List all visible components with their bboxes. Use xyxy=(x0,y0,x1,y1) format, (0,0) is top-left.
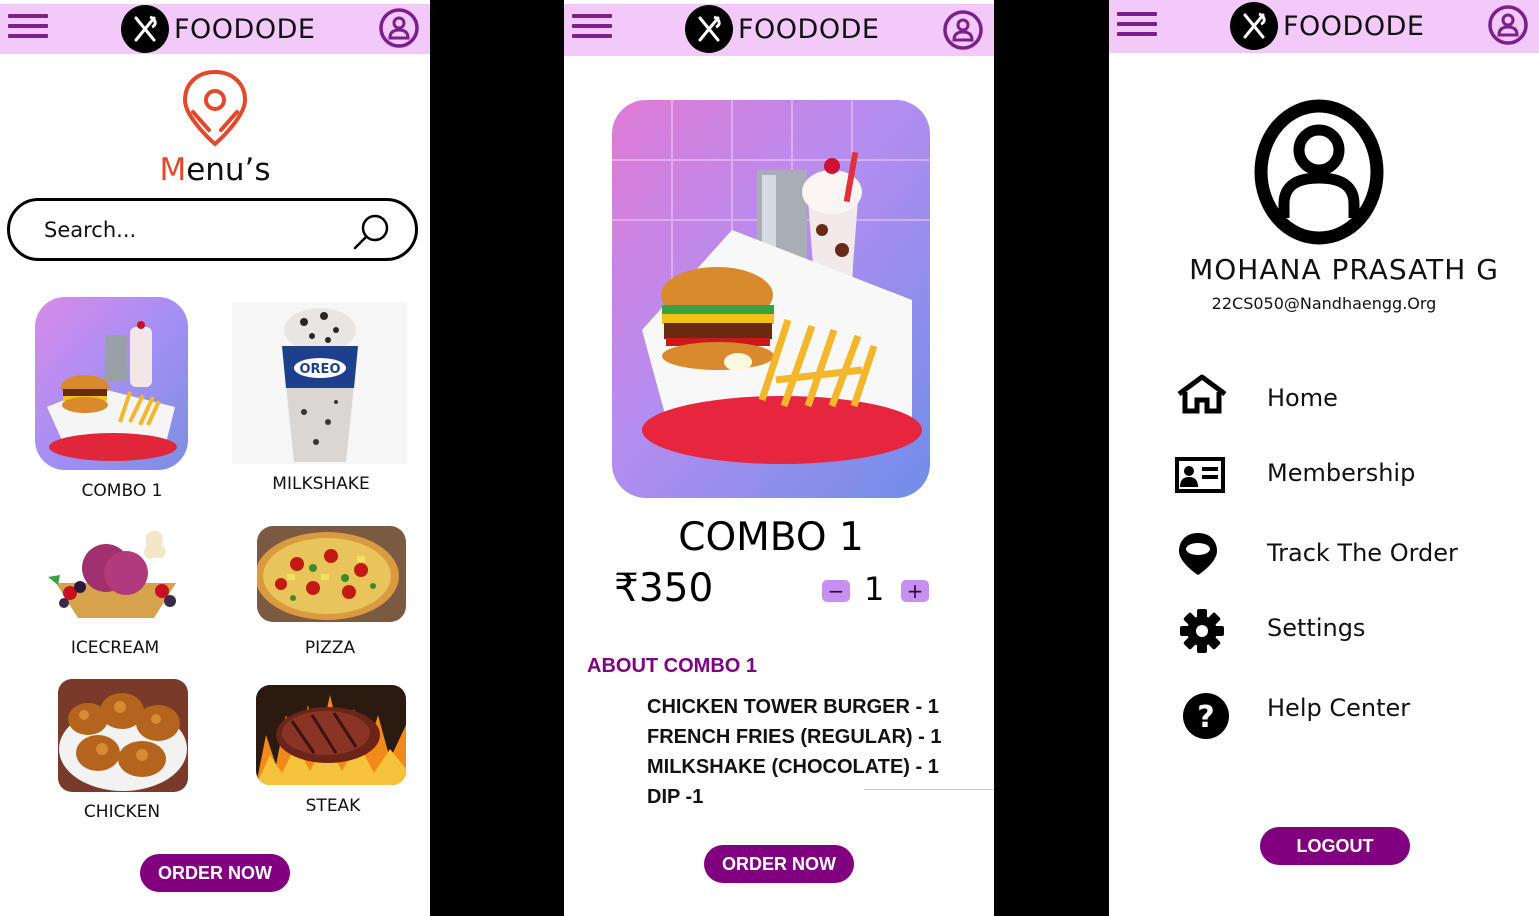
brand-name: FOODODE xyxy=(1283,10,1425,42)
list-item: MILKSHAKE (CHOCOLATE) - 1 xyxy=(647,756,939,778)
category-tile-milkshake[interactable]: OREO xyxy=(232,302,407,464)
category-tile-steak[interactable] xyxy=(256,685,406,785)
combo-image xyxy=(35,297,188,470)
nav-item-settings[interactable]: Settings xyxy=(1175,608,1515,656)
quantity-value: 1 xyxy=(864,570,885,608)
user-name: MOHANA PRASATH G xyxy=(1189,253,1499,286)
top-bar: FOODODE xyxy=(564,4,994,56)
hamburger-menu-icon[interactable] xyxy=(8,14,48,42)
category-label-icecream[interactable]: ICECREAM xyxy=(25,638,205,658)
nav-label-settings: Settings xyxy=(1267,614,1366,642)
brand-logo: FOODODE xyxy=(685,4,879,54)
nav-label-membership: Membership xyxy=(1267,459,1416,487)
hamburger-menu-icon[interactable] xyxy=(1117,12,1157,40)
nav-item-track-order[interactable]: Track The Order xyxy=(1175,531,1515,579)
brand-name: FOODODE xyxy=(174,13,316,45)
fork-knife-icon xyxy=(685,5,733,53)
search-input[interactable] xyxy=(44,215,344,245)
search-icon[interactable] xyxy=(351,212,391,252)
location-pin-icon xyxy=(1179,533,1217,575)
category-tile-pizza[interactable] xyxy=(257,526,406,622)
category-label-steak[interactable]: STEAK xyxy=(243,796,423,816)
search-bar xyxy=(7,198,418,261)
steak-image xyxy=(256,685,406,785)
nav-item-help-center[interactable]: ? Help Center xyxy=(1175,692,1515,740)
category-label-combo[interactable]: COMBO 1 xyxy=(32,481,212,501)
svg-text:?: ? xyxy=(1197,700,1214,735)
nav-label-track-order: Track The Order xyxy=(1267,539,1458,567)
about-heading: ABOUT COMBO 1 xyxy=(587,655,757,677)
category-tile-icecream[interactable] xyxy=(44,523,188,626)
pizza-image xyxy=(257,526,406,622)
gear-icon xyxy=(1180,609,1224,653)
category-label-milkshake[interactable]: MILKSHAKE xyxy=(231,474,411,494)
nav-label-home: Home xyxy=(1267,384,1338,412)
brand-logo: FOODODE xyxy=(1230,1,1424,51)
question-icon: ? xyxy=(1183,693,1229,739)
logout-button[interactable]: LOGOUT xyxy=(1260,827,1410,865)
top-bar: FOODODE xyxy=(0,4,430,54)
product-price: ₹350 xyxy=(614,566,714,611)
hamburger-menu-icon[interactable] xyxy=(572,14,612,42)
profile-screen: FOODODE MOHANA PRASATH G 22CS050@Nandhae… xyxy=(1109,0,1539,916)
menus-logo-text: Menu’s xyxy=(159,152,271,188)
nav-label-help-center: Help Center xyxy=(1267,694,1411,722)
list-item: DIP -1 xyxy=(647,786,704,808)
nav-item-membership[interactable]: Membership xyxy=(1175,457,1515,505)
product-title: COMBO 1 xyxy=(678,515,864,560)
user-avatar-icon xyxy=(1254,99,1384,245)
profile-icon[interactable] xyxy=(1487,4,1529,46)
fork-knife-icon xyxy=(1230,2,1278,50)
category-tile-chicken[interactable] xyxy=(58,679,188,792)
list-item: CHICKEN TOWER BURGER - 1 xyxy=(647,696,939,718)
order-now-button[interactable]: ORDER NOW xyxy=(704,845,854,883)
list-item: FRENCH FRIES (REGULAR) - 1 xyxy=(647,726,942,748)
divider xyxy=(864,789,994,790)
location-fork-icon xyxy=(182,69,248,147)
brand-name: FOODODE xyxy=(738,13,880,45)
milkshake-image: OREO xyxy=(232,302,407,464)
profile-icon[interactable] xyxy=(378,7,420,49)
combo-items-list: CHICKEN TOWER BURGER - 1 FRENCH FRIES (R… xyxy=(647,692,941,812)
category-tile-combo[interactable] xyxy=(35,297,188,470)
combo-hero-image xyxy=(612,100,930,498)
brand-logo: FOODODE xyxy=(121,4,315,54)
user-email: 22CS050@Nandhaengg.Org xyxy=(1211,294,1437,313)
home-icon xyxy=(1177,374,1227,414)
order-now-button[interactable]: ORDER NOW xyxy=(140,854,290,892)
product-image xyxy=(612,100,930,498)
increase-quantity-button[interactable]: + xyxy=(901,580,929,602)
product-screen: FOODODE COMBO 1 ₹350 − 1 + ABOUT COMBO 1… xyxy=(564,0,994,916)
menu-screen: FOODODE Menu’s Search... COMBO 1 OREO MI… xyxy=(0,0,430,916)
top-bar: FOODODE xyxy=(1109,0,1539,53)
svg-text:OREO: OREO xyxy=(300,362,341,377)
menus-logo: Menu’s xyxy=(150,68,280,188)
category-label-pizza[interactable]: PIZZA xyxy=(240,638,420,658)
nav-item-home[interactable]: Home xyxy=(1175,374,1515,422)
chicken-image xyxy=(58,679,188,792)
category-label-chicken[interactable]: CHICKEN xyxy=(32,802,212,822)
decrease-quantity-button[interactable]: − xyxy=(822,580,850,602)
fork-knife-icon xyxy=(121,5,169,53)
id-card-icon xyxy=(1175,457,1225,493)
profile-icon[interactable] xyxy=(942,9,984,51)
icecream-image xyxy=(44,523,188,626)
